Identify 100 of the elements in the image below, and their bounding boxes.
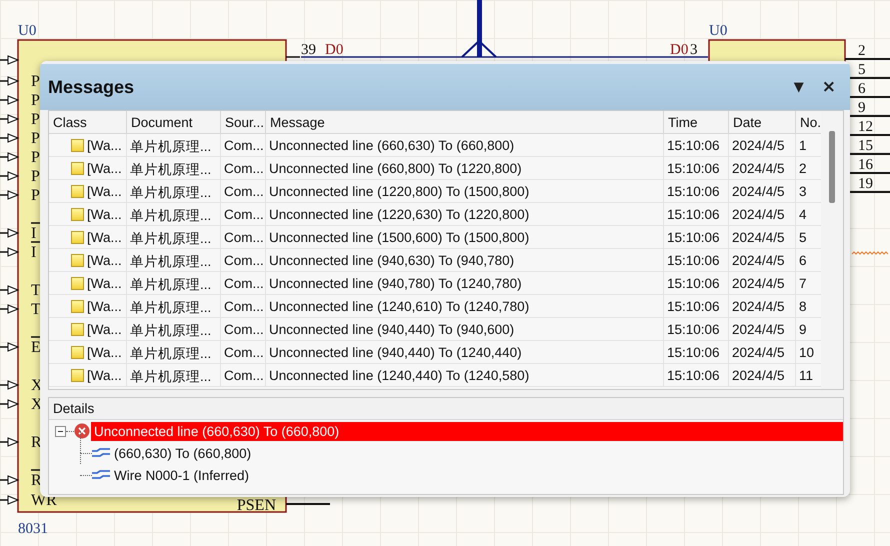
table-cell: 15:10:06	[664, 180, 729, 202]
pin-number: 39	[301, 42, 316, 58]
table-cell: 15:10:06	[664, 318, 729, 340]
column-header[interactable]: Message	[266, 111, 664, 134]
table-cell: Com...	[221, 203, 266, 225]
tree-item[interactable]: Wire N000-1 (Inferred)	[111, 466, 252, 484]
table-cell: 15:10:06	[664, 134, 729, 156]
warning-icon	[71, 208, 84, 221]
table-cell: Unconnected line (1220,630) To (1220,800)	[266, 203, 664, 225]
panel-title: Messages	[48, 76, 136, 98]
table-cell: [Wa...	[87, 184, 122, 199]
table-cell: [Wa...	[87, 207, 122, 222]
table-cell: [Wa...	[87, 161, 122, 176]
table-cell: 15:10:06	[664, 364, 729, 386]
pin-number: 2	[858, 43, 866, 59]
table-cell: 2024/4/5	[729, 249, 796, 271]
net-label: D0	[325, 42, 344, 58]
pin-label: I	[31, 241, 40, 261]
warning-icon	[71, 300, 84, 313]
part-type: 8031	[18, 521, 48, 537]
warning-icon	[71, 346, 84, 359]
scrollbar[interactable]	[821, 111, 843, 389]
table-cell: [Wa...	[87, 368, 122, 383]
column-header[interactable]: Date	[729, 111, 796, 134]
pin-label: I	[31, 222, 40, 242]
collapse-icon[interactable]	[55, 426, 66, 436]
table-cell: Unconnected line (940,630) To (940,780)	[266, 249, 664, 271]
table-cell: 2024/4/5	[729, 203, 796, 225]
column-header[interactable]: Document	[127, 111, 221, 134]
pin-label: P	[31, 149, 40, 166]
table-cell: 15:10:06	[664, 249, 729, 271]
table-cell: Com...	[221, 295, 266, 317]
table-cell: Unconnected line (1240,440) To (1240,580)	[266, 364, 664, 386]
table-cell: Unconnected line (940,440) To (1240,440)	[266, 341, 664, 363]
table-cell: Com...	[221, 180, 266, 202]
table-cell: Com...	[221, 318, 266, 340]
pin-label: R	[31, 469, 42, 489]
table-cell: Com...	[221, 157, 266, 179]
table-cell: 2024/4/5	[729, 295, 796, 317]
table-cell: [Wa...	[87, 276, 122, 291]
pin-label: P	[31, 187, 40, 204]
pin-number: 16	[858, 157, 873, 173]
table-cell: 2024/4/5	[729, 180, 796, 202]
column-header[interactable]: Class	[49, 111, 127, 134]
table-cell: Com...	[221, 272, 266, 294]
table-cell: Unconnected line (940,440) To (940,600)	[266, 318, 664, 340]
table-cell: [Wa...	[87, 345, 122, 360]
table-cell: 单片机原理...	[127, 364, 221, 386]
warning-icon	[71, 277, 84, 290]
pin-number: 9	[858, 100, 866, 116]
warning-icon	[71, 369, 84, 382]
table-cell: [Wa...	[87, 230, 122, 245]
table-cell: 15:10:06	[664, 295, 729, 317]
table-cell: 15:10:06	[664, 226, 729, 248]
pin-label: P	[31, 73, 40, 90]
table-cell: Unconnected line (1240,610) To (1240,780)	[266, 295, 664, 317]
table-cell: 单片机原理...	[127, 249, 221, 271]
table-cell: 2024/4/5	[729, 157, 796, 179]
column-header[interactable]: Sour...	[221, 111, 266, 134]
table-cell: 2024/4/5	[729, 364, 796, 386]
warning-icon	[71, 323, 84, 336]
pin-label: E	[31, 336, 41, 356]
pin-number: 19	[858, 176, 873, 192]
pin-number: 3	[690, 42, 698, 58]
warning-icon	[71, 254, 84, 267]
tree-item[interactable]: Unconnected line (660,630) To (660,800)	[91, 422, 843, 440]
table-cell: 单片机原理...	[127, 295, 221, 317]
table-cell: [Wa...	[87, 253, 122, 268]
table-cell: 单片机原理...	[127, 226, 221, 248]
designator: U0	[709, 23, 728, 39]
table-cell: Unconnected line (1220,800) To (1500,800)	[266, 180, 664, 202]
pin-label: R	[31, 434, 42, 451]
warning-icon	[71, 162, 84, 175]
table-cell: 单片机原理...	[127, 180, 221, 202]
close-button[interactable]: ×	[816, 77, 842, 97]
table-cell: 2024/4/5	[729, 226, 796, 248]
pin-label: P	[31, 168, 40, 185]
table-cell: 单片机原理...	[127, 134, 221, 156]
table-cell: Unconnected line (660,800) To (1220,800)	[266, 157, 664, 179]
table-cell: 15:10:06	[664, 157, 729, 179]
warning-icon	[71, 139, 84, 152]
pin-label: P	[31, 92, 40, 109]
table-cell: Com...	[221, 226, 266, 248]
squiggle-line	[852, 251, 888, 255]
table-cell: 2024/4/5	[729, 318, 796, 340]
tree-item[interactable]: (660,630) To (660,800)	[111, 444, 254, 462]
table-cell: Com...	[221, 341, 266, 363]
table-cell: Com...	[221, 249, 266, 271]
table-cell: 单片机原理...	[127, 272, 221, 294]
column-header[interactable]: Time	[664, 111, 729, 134]
table-cell: 单片机原理...	[127, 203, 221, 225]
table-cell: [Wa...	[87, 299, 122, 314]
pin-number: 15	[858, 138, 873, 154]
panel-menu-button[interactable]: ▼	[788, 80, 810, 94]
pin-number: 12	[858, 119, 873, 135]
pin-label: T	[31, 282, 41, 299]
pin-label: P	[31, 111, 40, 128]
designator: U0	[18, 23, 36, 39]
table-cell: 单片机原理...	[127, 318, 221, 340]
pin-number: 6	[858, 81, 866, 97]
